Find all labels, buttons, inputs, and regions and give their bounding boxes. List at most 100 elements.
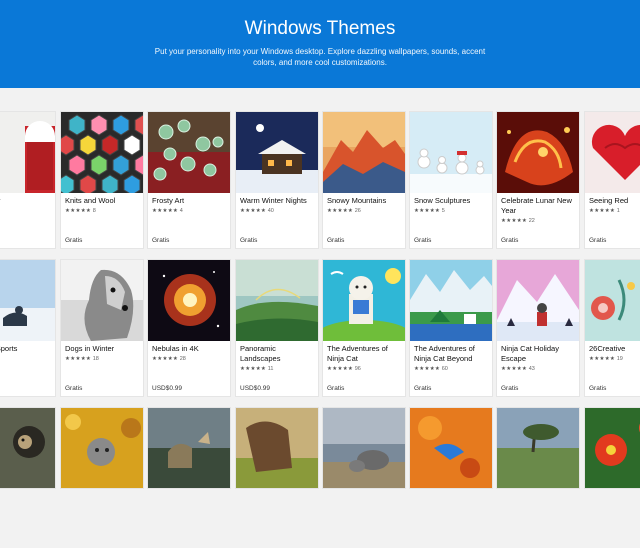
- theme-thumbnail: [585, 260, 640, 341]
- rating-stars: ★★★★★: [240, 208, 267, 214]
- rating-count: 60: [441, 366, 448, 372]
- rating-stars: ★★★★★: [65, 208, 92, 214]
- theme-tile[interactable]: Knits and Wool ★★★★★ 8 Gratis: [61, 112, 143, 248]
- rating-stars: ★★★★★: [152, 356, 179, 362]
- theme-name: Celebrate Lunar New Year: [501, 196, 572, 215]
- theme-thumbnail: [410, 408, 492, 488]
- theme-name: Snow Sculptures: [414, 196, 471, 205]
- theme-rating: ★★★★★ 43: [501, 366, 535, 372]
- theme-tile[interactable]: 26Creative ★★★★★ 19 Gratis: [585, 260, 640, 396]
- theme-rating: ★★★★★ 8: [65, 208, 96, 214]
- theme-tile[interactable]: Seeing Red ★★★★★ 1 Gratis: [585, 112, 640, 248]
- rating-stars: ★★★★★: [589, 356, 616, 362]
- rating-count: 8: [92, 208, 96, 214]
- theme-price: Gratis: [589, 385, 607, 392]
- theme-tile[interactable]: The Adventures of Ninja Cat Beyond ★★★★★…: [410, 260, 492, 396]
- theme-price: Gratis: [501, 237, 519, 244]
- theme-name: Warm Winter Nights: [240, 196, 307, 205]
- theme-thumbnail: [61, 112, 143, 193]
- theme-thumbnail: [236, 260, 318, 341]
- theme-name: Nebulas in 4K: [152, 344, 199, 353]
- theme-tile[interactable]: [410, 408, 492, 488]
- rating-count: 1: [616, 208, 620, 214]
- theme-name: 26Creative: [589, 344, 626, 353]
- theme-rating: ★★★★★ 22: [501, 218, 535, 224]
- theme-tile[interactable]: Snow Sculptures ★★★★★ 5 Gratis: [410, 112, 492, 248]
- rating-count: 22: [528, 218, 535, 224]
- rating-count: 26: [354, 208, 361, 214]
- theme-tile[interactable]: Ninja Cat Holiday Escape ★★★★★ 43 Gratis: [497, 260, 579, 396]
- theme-name: Frosty Art: [152, 196, 185, 205]
- theme-thumbnail: [497, 260, 579, 341]
- theme-thumbnail: [497, 112, 579, 193]
- theme-thumbnail: [410, 112, 492, 193]
- theme-tile[interactable]: [148, 408, 230, 488]
- theme-name: Seeing Red: [589, 196, 629, 205]
- theme-price: Gratis: [327, 385, 345, 392]
- rating-count: 19: [616, 356, 623, 362]
- theme-tile[interactable]: [585, 408, 640, 488]
- theme-rating: ★★★★★ 5: [414, 208, 445, 214]
- theme-price: Gratis: [589, 237, 607, 244]
- theme-thumbnail: [148, 112, 230, 193]
- theme-price: USD$0.99: [240, 385, 270, 392]
- theme-rating: ★★★★★ 11: [240, 366, 273, 372]
- theme-price: Gratis: [65, 237, 83, 244]
- theme-rating: ★★★★★ 28: [152, 356, 186, 362]
- rating-count: 40: [267, 208, 274, 214]
- theme-rating: ★★★★★ 26: [327, 208, 361, 214]
- page-title: Windows Themes: [244, 18, 396, 39]
- rating-count: 18: [92, 356, 99, 362]
- rating-count: 4: [179, 208, 183, 214]
- rating-stars: ★★★★★: [65, 356, 92, 362]
- theme-name: rtime Sports: [0, 344, 18, 353]
- theme-thumbnail: [0, 408, 55, 488]
- rating-stars: ★★★★★: [501, 218, 528, 224]
- rating-stars: ★★★★★: [152, 208, 179, 214]
- theme-name: ite Day: [0, 196, 52, 206]
- theme-tile[interactable]: ite Day ★★★ 1: [0, 112, 55, 248]
- rating-stars: ★★★★★: [327, 366, 354, 372]
- theme-rating: ★★★★★ 60: [414, 366, 448, 372]
- rating-count: 96: [354, 366, 361, 372]
- theme-price: Gratis: [327, 237, 345, 244]
- theme-thumbnail: [148, 260, 230, 341]
- theme-rating: ★★★★★ 4: [152, 208, 183, 214]
- theme-thumbnail: [61, 260, 143, 341]
- theme-name: Ninja Cat Holiday Escape: [501, 344, 559, 363]
- theme-tile[interactable]: Dogs in Winter ★★★★★ 18 Gratis: [61, 260, 143, 396]
- theme-name: The Adventures of Ninja Cat: [327, 344, 388, 363]
- rating-stars: ★★★★★: [414, 208, 441, 214]
- theme-thumbnail: [323, 408, 405, 488]
- theme-tile[interactable]: Celebrate Lunar New Year ★★★★★ 22 Gratis: [497, 112, 579, 248]
- theme-tile[interactable]: Warm Winter Nights ★★★★★ 40 Gratis: [236, 112, 318, 248]
- theme-rating: ★★★★★ 96: [327, 366, 361, 372]
- theme-tile[interactable]: The Adventures of Ninja Cat ★★★★★ 96 Gra…: [323, 260, 405, 396]
- theme-rating: ★★★★★ 1: [589, 208, 620, 214]
- theme-price: Gratis: [501, 385, 519, 392]
- rating-count: 28: [179, 356, 186, 362]
- theme-tile[interactable]: [323, 408, 405, 488]
- theme-name: Knits and Wool: [65, 196, 116, 205]
- theme-tile[interactable]: [0, 408, 55, 488]
- theme-tile[interactable]: Panoramic Landscapes ★★★★★ 11 USD$0.99: [236, 260, 318, 396]
- theme-thumbnail: [236, 408, 318, 488]
- theme-tile[interactable]: Snowy Mountains ★★★★★ 26 Gratis: [323, 112, 405, 248]
- theme-rating: ★★★★★ 40: [240, 208, 274, 214]
- theme-tile[interactable]: [61, 408, 143, 488]
- themes-row-3: [0, 408, 640, 548]
- theme-tile[interactable]: Nebulas in 4K ★★★★★ 28 USD$0.99: [148, 260, 230, 396]
- theme-thumbnail: [323, 260, 405, 341]
- theme-price: Gratis: [414, 237, 432, 244]
- theme-tile[interactable]: rtime Sports ★★ 16: [0, 260, 55, 396]
- theme-tile[interactable]: [236, 408, 318, 488]
- theme-price: Gratis: [65, 385, 83, 392]
- theme-tile[interactable]: Frosty Art ★★★★★ 4 Gratis: [148, 112, 230, 248]
- themes-row-1: ite Day ★★★ 1: [0, 112, 640, 252]
- theme-tile[interactable]: [497, 408, 579, 488]
- rating-stars: ★★★★★: [327, 208, 354, 214]
- theme-name: The Adventures of Ninja Cat Beyond: [414, 344, 475, 363]
- theme-price: Gratis: [240, 237, 258, 244]
- theme-name: Dogs in Winter: [65, 344, 115, 353]
- page-subtitle: Put your personality into your Windows d…: [154, 47, 486, 67]
